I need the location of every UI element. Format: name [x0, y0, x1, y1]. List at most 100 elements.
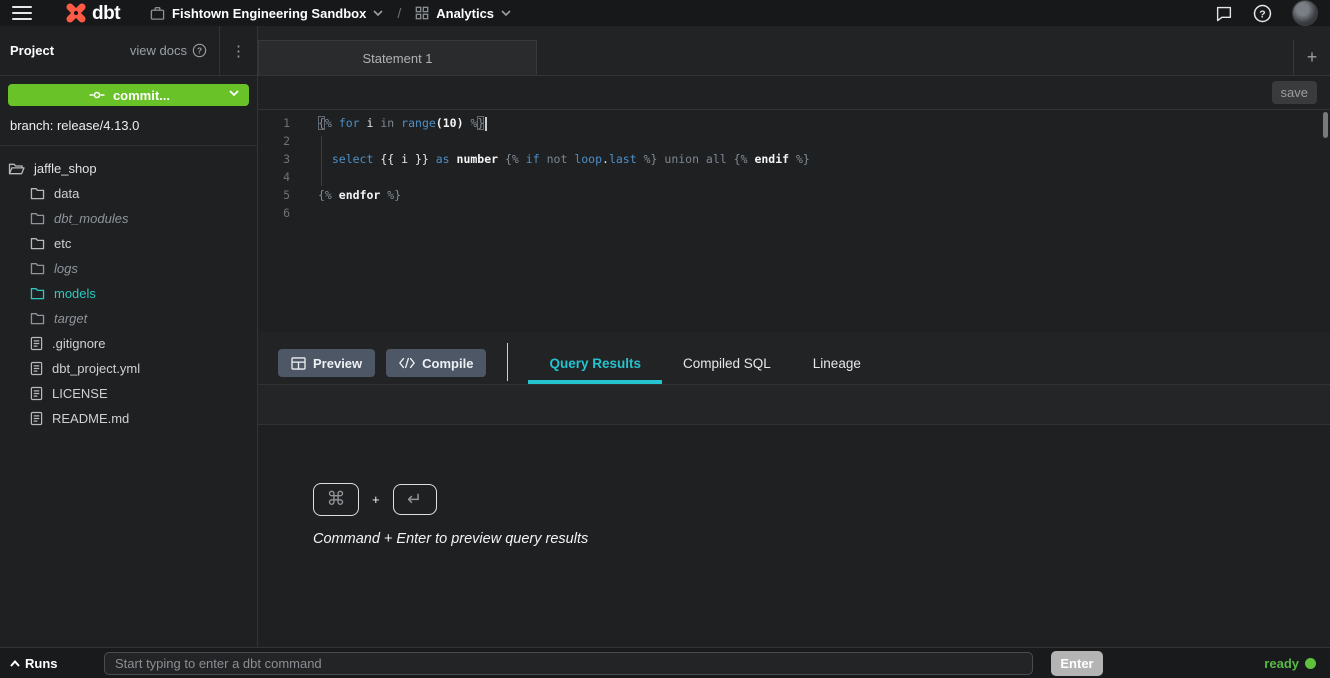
tree-item-label: models: [54, 286, 96, 301]
chevron-down-icon: [373, 10, 383, 16]
file-icon: [30, 386, 43, 401]
folder-icon: [30, 237, 45, 250]
toolbar-divider: [507, 343, 508, 381]
folder-icon: [30, 187, 45, 200]
tree-item-label: jaffle_shop: [34, 161, 97, 176]
chat-icon[interactable]: [1215, 5, 1233, 22]
editor-tabbar: Statement 1 +: [258, 26, 1330, 76]
commit-label: commit...: [113, 88, 170, 103]
topbar-right: ?: [1215, 0, 1318, 26]
dbt-cloud-ide: dbt Fishtown Engineering Sandbox / Analy…: [0, 0, 1330, 678]
commit-button[interactable]: commit...: [8, 84, 249, 106]
file-icon: [30, 336, 43, 351]
tree-item-dbt-modules[interactable]: dbt_modules: [0, 206, 257, 231]
account-switcher[interactable]: Fishtown Engineering Sandbox: [150, 6, 383, 21]
commit-chevron-down-icon[interactable]: [229, 90, 239, 96]
tab-label: Statement 1: [362, 51, 432, 66]
results-toolbar: Preview Compile Query Results Compiled S…: [258, 332, 1330, 385]
runs-label: Runs: [25, 656, 58, 671]
enter-button[interactable]: Enter: [1051, 651, 1103, 676]
svg-text:?: ?: [197, 47, 202, 56]
tree-item-label: dbt_modules: [54, 211, 128, 226]
account-name: Fishtown Engineering Sandbox: [172, 6, 366, 21]
new-tab-button[interactable]: +: [1293, 40, 1330, 75]
svg-text:?: ?: [1259, 9, 1265, 20]
chevron-up-icon: [10, 660, 20, 667]
status-label: ready: [1264, 656, 1299, 671]
save-button[interactable]: save: [1272, 81, 1317, 104]
folder-icon: [30, 212, 45, 225]
preview-button[interactable]: Preview: [278, 349, 375, 377]
briefcase-icon: [150, 6, 165, 21]
tree-item-target[interactable]: target: [0, 306, 257, 331]
hint-caption: Command + Enter to preview query results: [313, 531, 588, 547]
branch-label: branch: release/4.13.0: [0, 114, 257, 146]
plus-sign: +: [372, 492, 380, 507]
tree-item-label: target: [54, 311, 87, 326]
user-avatar[interactable]: [1292, 0, 1318, 26]
tree-item-models[interactable]: models: [0, 281, 257, 306]
command-input[interactable]: [104, 652, 1033, 675]
status-ready: ready: [1264, 656, 1316, 671]
tree-item-label: logs: [54, 261, 78, 276]
results-substrip: [258, 385, 1330, 425]
file-icon: [30, 411, 43, 426]
dbt-logo[interactable]: dbt: [64, 1, 120, 25]
tree-item-label: LICENSE: [52, 386, 108, 401]
tab-query-results[interactable]: Query Results: [528, 343, 662, 384]
tree-item-logs[interactable]: logs: [0, 256, 257, 281]
tab-lineage[interactable]: Lineage: [792, 343, 882, 384]
tree-item-label: dbt_project.yml: [52, 361, 140, 376]
folder-icon: [30, 287, 45, 300]
project-switcher[interactable]: Analytics: [415, 6, 511, 21]
tree-item-label: README.md: [52, 411, 129, 426]
kebab-menu-icon[interactable]: ⋮: [220, 42, 257, 60]
editor-scrollbar[interactable]: [1323, 112, 1328, 138]
tree-item-dbt-project-yml[interactable]: dbt_project.yml: [0, 356, 257, 381]
sidebar-title: Project: [0, 43, 54, 58]
tab-statement-1[interactable]: Statement 1: [258, 40, 537, 75]
help-icon[interactable]: ?: [1253, 4, 1272, 23]
code-content: {% for i in range(10) %} select {{ i }} …: [318, 110, 810, 332]
view-docs-link[interactable]: view docs ?: [130, 43, 219, 58]
topbar: dbt Fishtown Engineering Sandbox / Analy…: [0, 0, 1330, 26]
dbt-logo-icon: [64, 1, 88, 25]
chevron-down-icon: [501, 10, 511, 16]
sidebar-header: Project view docs ? ⋮: [0, 26, 257, 76]
folder-icon: [30, 262, 45, 275]
tree-item-etc[interactable]: etc: [0, 231, 257, 256]
hamburger-menu-icon[interactable]: [12, 6, 32, 20]
tree-item-label: etc: [54, 236, 71, 251]
tab-compiled-sql[interactable]: Compiled SQL: [662, 343, 792, 384]
tree-item-label: data: [54, 186, 79, 201]
tree-item-license[interactable]: LICENSE: [0, 381, 257, 406]
enter-key-icon: ↵: [393, 484, 437, 515]
tree-item-gitignore[interactable]: .gitignore: [0, 331, 257, 356]
dbt-logo-text: dbt: [92, 4, 120, 23]
git-commit-icon: [87, 89, 107, 101]
tree-item-data[interactable]: data: [0, 181, 257, 206]
results-tabs: Query Results Compiled SQL Lineage: [528, 343, 881, 384]
sidebar: Project view docs ? ⋮ commit...: [0, 26, 258, 647]
compile-label: Compile: [422, 356, 473, 371]
commit-row: commit...: [0, 76, 257, 114]
folder-open-icon: [8, 162, 25, 176]
code-icon: [399, 357, 415, 369]
main-area: Statement 1 + save 123456 {% for i in ra…: [258, 26, 1330, 647]
bottom-bar: Runs Enter ready: [0, 647, 1330, 678]
runs-toggle[interactable]: Runs: [10, 656, 104, 671]
code-editor[interactable]: 123456 {% for i in range(10) %} select {…: [258, 110, 1330, 332]
results-panel: Preview Compile Query Results Compiled S…: [258, 332, 1330, 647]
preview-label: Preview: [313, 356, 362, 371]
compile-button[interactable]: Compile: [386, 349, 486, 377]
table-icon: [291, 357, 306, 370]
command-key-icon: ⌘: [313, 483, 359, 516]
line-numbers: 123456: [258, 110, 302, 332]
plus-icon: +: [1307, 47, 1318, 68]
question-circle-icon: ?: [192, 43, 207, 58]
tree-item-jaffle-shop[interactable]: jaffle_shop: [0, 156, 257, 181]
breadcrumb-separator: /: [397, 5, 401, 21]
tree-item-readme[interactable]: README.md: [0, 406, 257, 431]
content: Project view docs ? ⋮ commit...: [0, 26, 1330, 647]
project-name: Analytics: [436, 6, 494, 21]
